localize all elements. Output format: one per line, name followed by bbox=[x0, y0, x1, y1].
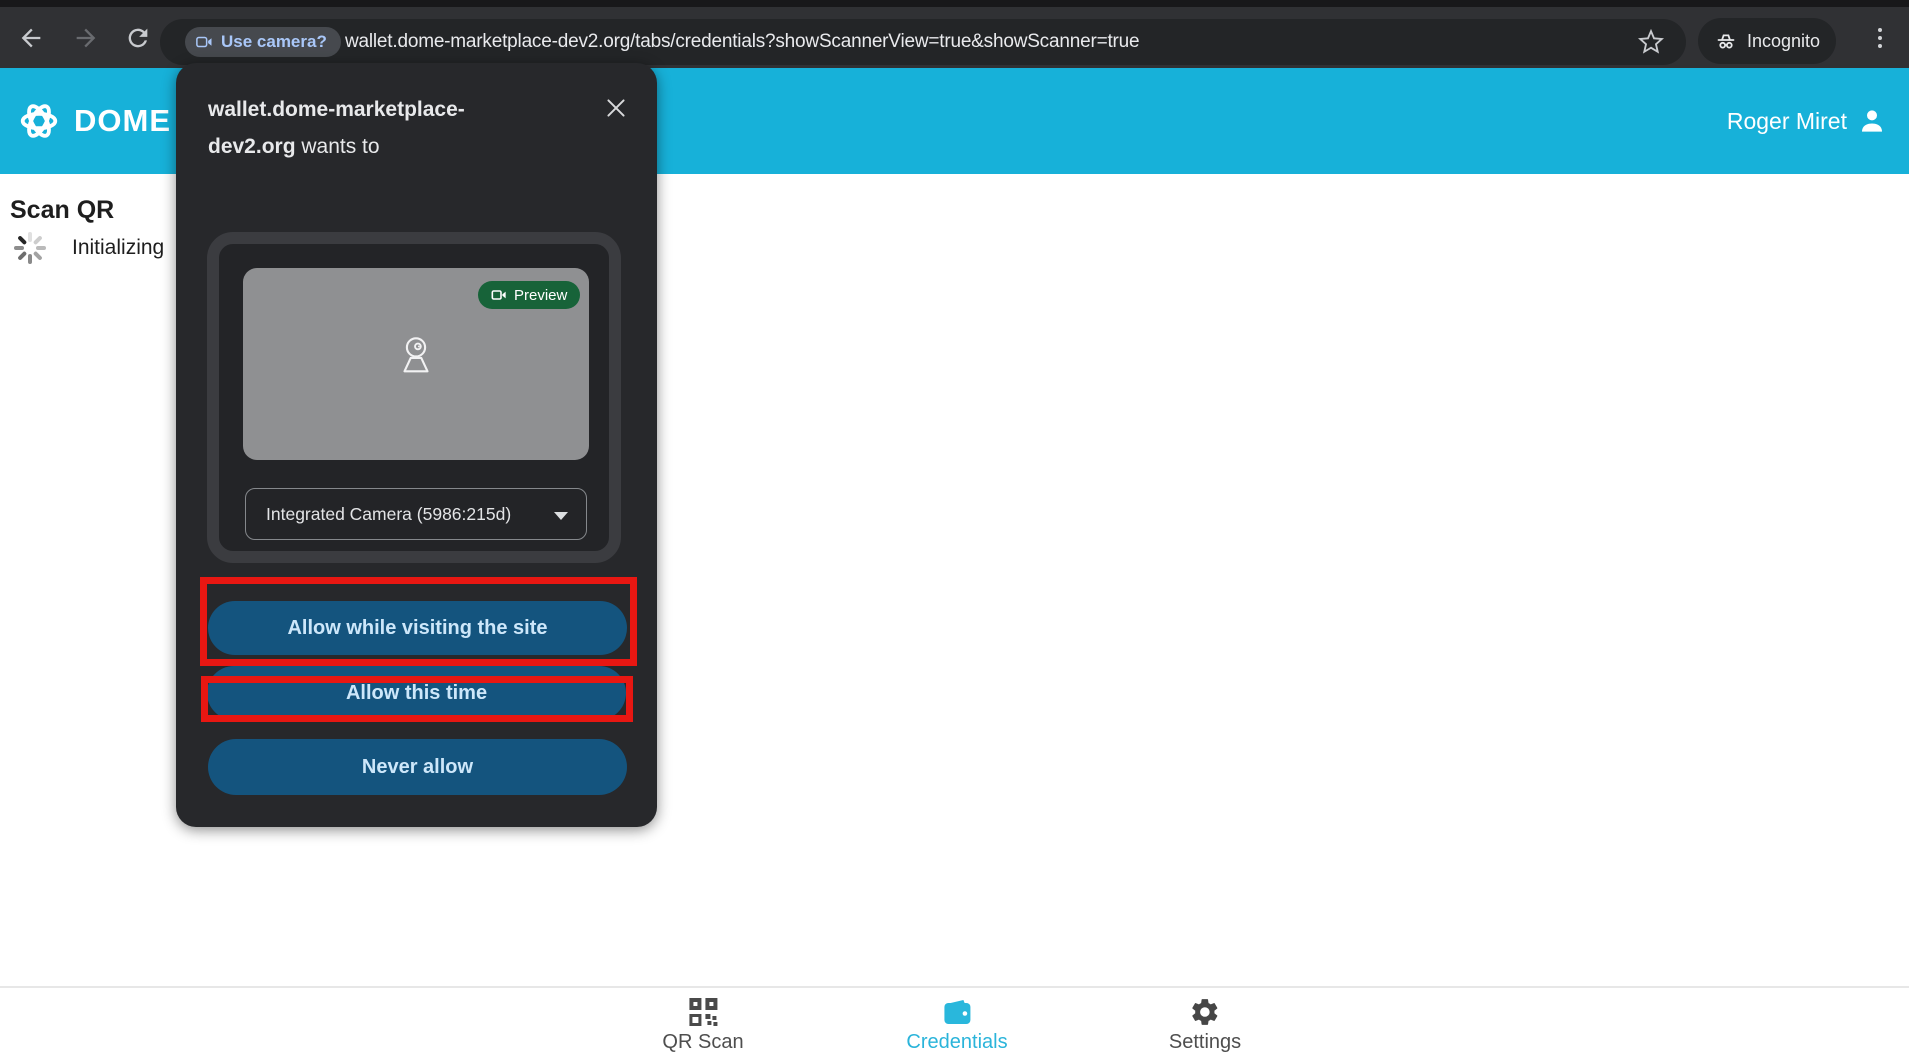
bookmark-star-icon[interactable] bbox=[1638, 29, 1664, 55]
webcam-icon bbox=[393, 333, 439, 384]
origin-line1: wallet.dome-marketplace- bbox=[208, 98, 465, 121]
annotation-box-allow-once bbox=[201, 676, 633, 722]
annotation-box-allow-site bbox=[200, 577, 637, 666]
incognito-label: Incognito bbox=[1747, 31, 1820, 52]
camera-icon bbox=[195, 33, 213, 51]
preview-badge-label: Preview bbox=[514, 287, 567, 304]
qr-code-icon bbox=[687, 996, 719, 1028]
reload-icon[interactable] bbox=[124, 24, 152, 52]
tab-qr-scan[interactable]: QR Scan bbox=[662, 996, 743, 1054]
origin-line2: dev2.org bbox=[208, 135, 296, 158]
user-name: Roger Miret bbox=[1727, 108, 1847, 135]
use-camera-chip[interactable]: Use camera? bbox=[185, 27, 341, 57]
forward-icon[interactable] bbox=[72, 24, 100, 52]
never-allow-button[interactable]: Never allow bbox=[208, 739, 627, 795]
incognito-icon bbox=[1714, 29, 1738, 53]
dome-logo-icon bbox=[16, 98, 62, 144]
scanner-status: Initializing bbox=[12, 230, 164, 266]
brand: DOME bbox=[16, 98, 171, 144]
camera-icon bbox=[491, 287, 507, 303]
preview-badge: Preview bbox=[478, 281, 580, 309]
loading-spinner bbox=[12, 230, 48, 266]
tab-label: Credentials bbox=[906, 1031, 1007, 1054]
brand-name: DOME bbox=[74, 103, 171, 139]
chevron-down-icon bbox=[554, 512, 568, 520]
tab-label: Settings bbox=[1169, 1031, 1241, 1054]
wants-to-text: wants to bbox=[296, 135, 380, 158]
camera-permission-dialog: wallet.dome-marketplace- dev2.org wants … bbox=[176, 63, 657, 827]
gear-icon bbox=[1189, 996, 1221, 1028]
tab-label: QR Scan bbox=[662, 1031, 743, 1054]
browser-menu-icon[interactable] bbox=[1866, 24, 1894, 52]
use-camera-chip-label: Use camera? bbox=[221, 32, 327, 52]
address-bar[interactable]: Use camera? wallet.dome-marketplace-dev2… bbox=[160, 19, 1686, 65]
dialog-title: wallet.dome-marketplace- dev2.org wants … bbox=[208, 91, 588, 165]
back-icon[interactable] bbox=[17, 24, 45, 52]
url-text: wallet.dome-marketplace-dev2.org/tabs/cr… bbox=[345, 19, 1139, 65]
browser-toolbar: Use camera? wallet.dome-marketplace-dev2… bbox=[0, 7, 1909, 68]
person-icon bbox=[1857, 106, 1887, 136]
bottom-tab-bar: QR Scan Credentials Settings bbox=[0, 986, 1909, 1063]
close-icon[interactable] bbox=[601, 93, 631, 123]
incognito-badge: Incognito bbox=[1698, 18, 1836, 64]
window-frame bbox=[0, 0, 1909, 7]
tab-credentials[interactable]: Credentials bbox=[906, 996, 1007, 1054]
camera-device-value: Integrated Camera (5986:215d) bbox=[266, 504, 511, 525]
user-menu[interactable]: Roger Miret bbox=[1727, 106, 1887, 136]
tab-settings[interactable]: Settings bbox=[1169, 996, 1241, 1054]
page-title: Scan QR bbox=[10, 196, 114, 225]
status-text: Initializing bbox=[72, 236, 164, 260]
camera-device-select[interactable]: Integrated Camera (5986:215d) bbox=[245, 488, 587, 540]
wallet-icon bbox=[941, 996, 973, 1028]
